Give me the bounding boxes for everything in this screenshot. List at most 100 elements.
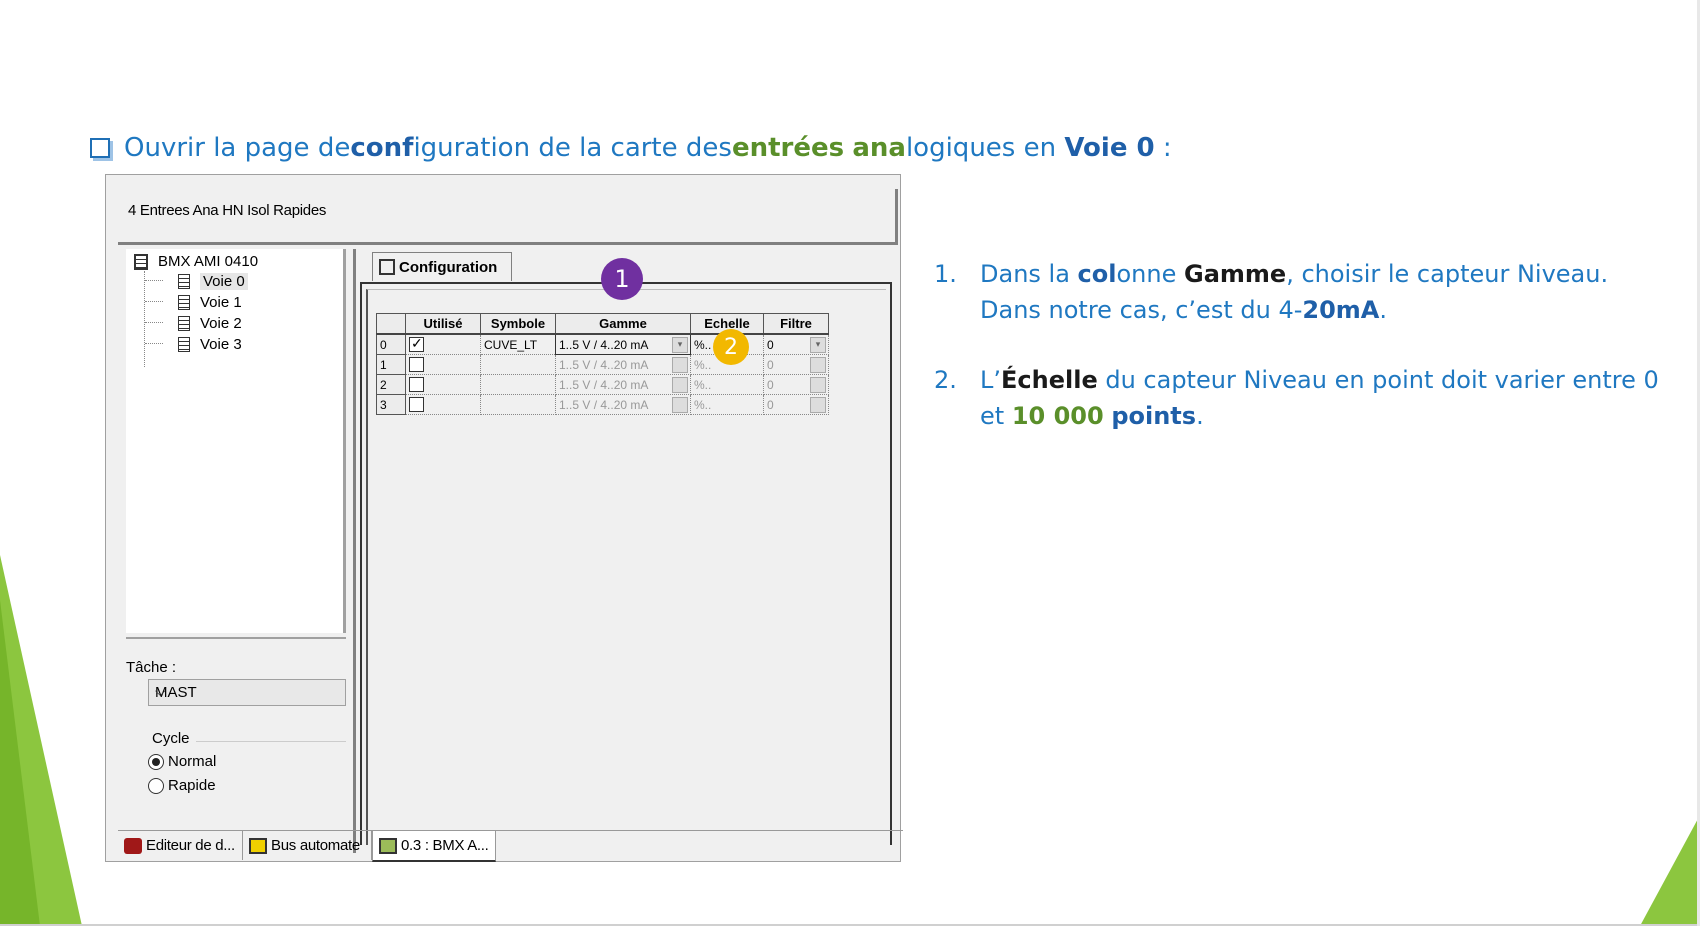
bottom-tab-label: Editeur de d... bbox=[146, 837, 235, 854]
bottom-tab-data-editor[interactable]: Editeur de d... bbox=[118, 831, 243, 860]
channel-doc-icon bbox=[178, 316, 190, 331]
bottom-tab-label: Bus automate bbox=[271, 837, 360, 854]
tree-connector-lines bbox=[144, 271, 179, 367]
filter-cell: 0 bbox=[763, 354, 829, 375]
channel-doc-icon bbox=[178, 337, 190, 352]
item-text: Dans la bbox=[980, 260, 1078, 288]
task-label: Tâche : bbox=[126, 659, 177, 676]
config-window-screenshot: 4 Entrees Ana HN Isol Rapides BMX AMI 04… bbox=[105, 174, 903, 862]
used-cell bbox=[405, 374, 481, 395]
dropdown-arrow-icon bbox=[672, 377, 688, 393]
dropdown-arrow-icon[interactable]: ▾ bbox=[810, 337, 826, 353]
filter-cell: 0 bbox=[763, 374, 829, 395]
used-checkbox[interactable] bbox=[409, 377, 424, 393]
title-part: conf bbox=[350, 133, 414, 163]
dropdown-arrow-icon bbox=[672, 397, 688, 413]
module-icon bbox=[379, 837, 397, 854]
used-checkbox[interactable] bbox=[409, 357, 424, 373]
radio-checked-icon bbox=[148, 753, 164, 770]
filter-cell: 0 bbox=[763, 394, 829, 415]
tree-item-voie-0[interactable]: Voie 0 bbox=[178, 273, 248, 290]
bottom-tab-bus[interactable]: Bus automate bbox=[243, 831, 372, 860]
chevron-down-icon: ⌵ bbox=[155, 683, 166, 699]
grid-corner bbox=[376, 313, 406, 335]
item-text: L’ bbox=[980, 366, 1001, 394]
tree-item-label: Voie 0 bbox=[200, 273, 248, 290]
col-header-symbole: Symbole bbox=[480, 313, 556, 335]
item-text: onne bbox=[1116, 260, 1184, 288]
scale-cell: %.. bbox=[690, 394, 764, 415]
symbol-cell[interactable] bbox=[480, 374, 556, 395]
list-item: 2. L’Échelle du capteur Niveau en point … bbox=[934, 362, 1664, 434]
item-text: . bbox=[1196, 402, 1204, 430]
tree-root[interactable]: BMX AMI 0410 bbox=[134, 253, 258, 270]
title-part: : bbox=[1154, 133, 1172, 163]
title-part bbox=[844, 133, 852, 163]
filter-value: 0 bbox=[767, 337, 774, 352]
dropdown-arrow-icon bbox=[810, 397, 826, 413]
checkbox-bullet-icon bbox=[90, 138, 110, 158]
filter-cell[interactable]: 0 ▾ bbox=[763, 334, 829, 355]
radio-unchecked-icon bbox=[148, 777, 164, 794]
tree-item-voie-3[interactable]: Voie 3 bbox=[178, 336, 242, 353]
slide-title: Ouvrir la page de conf iguration de la ca… bbox=[90, 128, 1172, 168]
cycle-label: Cycle bbox=[152, 730, 190, 747]
title-part: ana bbox=[852, 133, 906, 163]
range-cell[interactable]: 1..5 V / 4..20 mA ▾ bbox=[555, 333, 691, 355]
range-cell: 1..5 V / 4..20 mA bbox=[555, 394, 691, 415]
data-editor-icon bbox=[124, 837, 142, 854]
tree-root-label: BMX AMI 0410 bbox=[158, 253, 259, 270]
table-row: 1 1..5 V / 4..20 mA %.. 0 bbox=[376, 354, 829, 375]
window-header: 4 Entrees Ana HN Isol Rapides bbox=[118, 189, 898, 245]
used-checkbox[interactable] bbox=[409, 335, 424, 353]
symbol-cell[interactable]: CUVE_LT bbox=[480, 334, 556, 355]
scale-value: %.. bbox=[694, 357, 712, 372]
filter-value: 0 bbox=[767, 397, 774, 412]
radio-normal[interactable]: Normal bbox=[148, 753, 216, 770]
item-text: 20mA bbox=[1302, 296, 1380, 324]
channel-doc-icon bbox=[178, 295, 190, 310]
item-keyword: Échelle bbox=[1001, 366, 1098, 394]
dropdown-arrow-icon[interactable]: ▾ bbox=[672, 337, 688, 353]
bus-icon bbox=[249, 837, 267, 854]
cycle-group-line bbox=[196, 741, 346, 742]
step-badge-1: 1 bbox=[601, 258, 643, 300]
tree-item-voie-1[interactable]: Voie 1 bbox=[178, 294, 242, 311]
item-number: 2. bbox=[934, 366, 957, 394]
tree-item-label: Voie 1 bbox=[200, 294, 242, 311]
list-item: 1. Dans la colonne Gamme, choisir le cap… bbox=[934, 256, 1664, 328]
title-part: iguration de la carte des bbox=[413, 133, 732, 163]
tab-configuration[interactable]: Configuration bbox=[372, 252, 512, 281]
range-value: 1..5 V / 4..20 mA bbox=[559, 337, 649, 352]
range-value: 1..5 V / 4..20 mA bbox=[559, 357, 649, 372]
col-header-gamme: Gamme bbox=[555, 313, 691, 335]
col-header-filtre: Filtre bbox=[763, 313, 829, 335]
scale-value: %.. bbox=[694, 337, 712, 352]
table-row: 0 CUVE_LT 1..5 V / 4..20 mA ▾ %.. 0▾ bbox=[376, 333, 829, 355]
slide: Ouvrir la page de conf iguration de la ca… bbox=[0, 0, 1700, 926]
tree-item-voie-2[interactable]: Voie 2 bbox=[178, 315, 242, 332]
bottom-tab-module[interactable]: 0.3 : BMX A... bbox=[372, 831, 496, 862]
range-cell: 1..5 V / 4..20 mA bbox=[555, 374, 691, 395]
scale-value: %.. bbox=[694, 377, 712, 392]
title-part: Ouvrir la page de bbox=[124, 133, 351, 163]
table-row: 3 1..5 V / 4..20 mA %.. 0 bbox=[376, 394, 829, 415]
module-icon bbox=[134, 253, 148, 270]
used-cell bbox=[405, 334, 481, 355]
symbol-cell[interactable] bbox=[480, 354, 556, 375]
radio-rapide[interactable]: Rapide bbox=[148, 777, 216, 794]
symbol-cell[interactable] bbox=[480, 394, 556, 415]
tree-item-label: Voie 3 bbox=[200, 336, 242, 353]
used-checkbox[interactable] bbox=[409, 397, 424, 413]
instruction-list: 1. Dans la colonne Gamme, choisir le cap… bbox=[934, 256, 1664, 468]
dropdown-arrow-icon bbox=[810, 377, 826, 393]
task-select[interactable]: MAST ⌵ bbox=[148, 679, 346, 706]
channel-doc-icon bbox=[178, 274, 190, 289]
scale-cell: %.. bbox=[690, 374, 764, 395]
filter-value: 0 bbox=[767, 377, 774, 392]
title-part: Voie 0 bbox=[1064, 133, 1155, 163]
dropdown-arrow-icon bbox=[672, 357, 688, 373]
tab-label: Configuration bbox=[399, 258, 498, 276]
range-cell: 1..5 V / 4..20 mA bbox=[555, 354, 691, 375]
row-number: 1 bbox=[376, 354, 406, 375]
